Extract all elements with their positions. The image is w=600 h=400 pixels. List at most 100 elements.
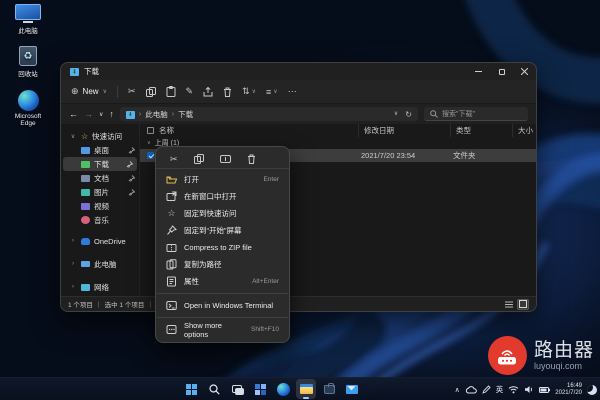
pushpin-icon [166,225,177,236]
taskbar-explorer-button[interactable] [296,379,316,399]
breadcrumb-downloads[interactable]: 下载 [178,109,193,120]
taskbar-mail-button[interactable] [342,379,362,399]
watermark: 路由器 luyouqi.com [488,336,594,375]
address-dropdown-icon[interactable]: ∨ [394,110,398,119]
sort-button[interactable]: ⇅∨ [242,86,256,97]
ime-language-indicator[interactable]: 英 [496,384,504,395]
desktop-icon-this-pc[interactable]: 此电脑 [2,4,54,35]
open-folder-icon [166,174,177,185]
share-button[interactable] [203,87,213,97]
menu-item-pin-quick-access[interactable]: ☆ 固定到快速访问 [156,205,289,222]
rename-button[interactable]: ✎ [186,86,194,97]
taskbar-store-button[interactable] [319,379,339,399]
chevron-down-icon[interactable]: ∨ [69,133,77,140]
title-bar[interactable]: 下载 [61,63,536,80]
close-button[interactable] [513,63,536,80]
taskbar-clock[interactable]: 16:49 2021/7/20 [555,383,582,397]
sidebar-item-videos[interactable]: 视频 [61,199,139,213]
tray-time: 16:49 [555,383,582,390]
selected-count: 选中 1 个项目 [105,299,145,309]
menu-item-open-new-window[interactable]: 在新窗口中打开 [156,188,289,205]
chevron-right-icon[interactable]: › [69,284,77,290]
search-input[interactable]: 搜索"下载" [424,107,528,121]
menu-item-copy-as-path[interactable]: 复制为路径 [156,256,289,273]
recent-locations-button[interactable]: ∨ [99,111,103,118]
status-separator: | [149,301,151,308]
column-name[interactable]: 名称 [159,124,359,137]
taskbar-search-button[interactable] [204,379,224,399]
menu-item-properties[interactable]: 属性 Alt+Enter [156,273,289,290]
desktop-icon-edge[interactable]: Microsoft Edge [2,90,54,127]
taskbar-edge-button[interactable] [273,379,293,399]
sidebar-item-pictures[interactable]: 图片 [61,185,139,199]
mail-icon [346,385,358,394]
widgets-button[interactable] [250,379,270,399]
menu-item-compress-zip[interactable]: Compress to ZIP file [156,239,289,256]
menu-item-open-terminal[interactable]: Open in Windows Terminal [156,297,289,314]
minimize-button[interactable] [467,63,490,80]
onedrive-cloud-icon[interactable] [465,386,477,394]
chevron-right-icon[interactable]: › [69,261,77,267]
sidebar-item-desktop[interactable]: 桌面 [61,143,139,157]
properties-icon [166,276,177,287]
large-icons-view-button[interactable] [517,299,529,310]
sidebar-item-documents[interactable]: 文档 [61,171,139,185]
desktop: { "icons": { "new_plus": "⊕", "back": "←… [0,0,600,400]
downloads-folder-icon [81,161,90,168]
battery-icon[interactable] [539,387,550,393]
delete-button[interactable] [247,154,256,164]
more-options-button[interactable]: ⋯ [288,86,297,97]
cut-button[interactable]: ✂ [170,154,178,165]
desktop-icon-label: 回收站 [18,68,38,78]
refresh-icon[interactable]: ↻ [405,110,412,119]
menu-item-open[interactable]: 打开 Enter [156,171,289,188]
rename-button[interactable] [220,154,231,164]
column-type[interactable]: 类型 [451,124,513,137]
rename-icon: ✎ [186,86,194,97]
breadcrumb-this-pc[interactable]: 此电脑 [145,109,168,120]
cut-button[interactable]: ✂ [128,86,136,97]
sidebar-item-music[interactable]: 音乐 [61,213,139,227]
menu-item-pin-to-start[interactable]: 固定到“开始”屏幕 [156,222,289,239]
copy-button[interactable] [146,87,156,97]
desktop-icon-recycle-bin[interactable]: ♻ 回收站 [2,46,54,78]
pen-icon[interactable] [482,385,491,394]
address-bar[interactable]: › 此电脑 › 下载 ∨ ↻ [120,107,418,121]
chevron-down-icon: ∨ [147,140,151,146]
sidebar-item-downloads[interactable]: 下载 [63,157,137,171]
task-view-button[interactable] [227,379,247,399]
shortcut: Enter [263,176,279,183]
forward-button[interactable]: → [84,109,93,119]
details-view-button[interactable] [503,299,515,310]
delete-button[interactable] [223,87,232,97]
breadcrumb-separator: › [139,111,141,118]
up-button[interactable]: ↑ [109,109,114,119]
volume-icon[interactable] [524,385,534,394]
copy-button[interactable] [194,154,204,164]
copy-path-icon [166,259,177,270]
sidebar-group-onedrive[interactable]: › OneDrive [61,234,139,248]
sidebar-group-quick-access[interactable]: ∨ ☆ 快速访问 [61,129,139,143]
close-icon [521,68,528,75]
maximize-button[interactable] [490,63,513,80]
cut-icon: ✂ [128,86,136,97]
hidden-icons-chevron[interactable]: ∧ [455,386,460,394]
sidebar-group-this-pc[interactable]: › 此电脑 [61,257,139,271]
start-button[interactable] [181,379,201,399]
select-all-checkbox[interactable] [147,127,154,134]
column-size[interactable]: 大小 [513,124,537,137]
column-date-modified[interactable]: 修改日期 [359,124,451,137]
new-button[interactable]: ⊕ New ∨ [71,86,107,97]
wifi-icon[interactable] [508,385,519,394]
sidebar-group-network[interactable]: › 网络 [61,280,139,294]
menu-separator [157,293,288,294]
desktop-folder-icon [81,147,90,154]
moon-icon[interactable] [587,385,597,395]
row-checkbox-checked[interactable] [147,152,154,159]
chevron-right-icon[interactable]: › [69,238,77,244]
back-button[interactable]: ← [69,109,78,119]
paste-button[interactable] [166,86,176,97]
menu-item-show-more-options[interactable]: Show more options Shift+F10 [156,321,289,338]
view-button[interactable]: ≡∨ [266,87,278,97]
router-logo-icon [488,336,527,375]
